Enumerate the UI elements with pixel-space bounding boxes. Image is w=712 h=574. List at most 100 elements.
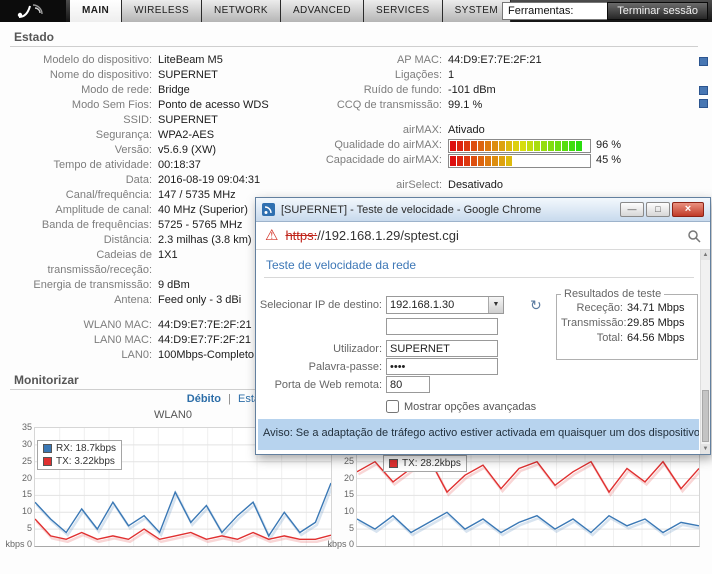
scroll-up-icon[interactable]: ▲ [701,250,710,260]
y-tick-label: 35 [21,422,32,432]
field-value-text: 1X1 [158,249,178,261]
nav-tab-main[interactable]: MAIN [70,0,123,22]
custom-ip-input[interactable] [386,318,498,335]
destination-ip-label: Selecionar IP de destino: [259,299,382,311]
user-input[interactable] [386,340,498,357]
field-value: 5725 - 5765 MHz [158,218,242,233]
field-value: 44:D9:E7:7E:2F:21 [158,318,252,333]
y-tick-label: 5 [26,523,32,534]
field-value: 44:D9:E7:7F:2F:21 [158,333,251,348]
results-legend: Resultados de teste [564,288,662,300]
bar-segment [464,155,470,166]
advanced-options-checkbox[interactable] [386,400,399,413]
bar-segment [548,140,554,151]
bar-segment [527,155,533,166]
refresh-icon[interactable]: ↻ [530,297,542,314]
bar-segment [485,155,491,166]
result-row: Transmissão: 29.85 Mbps [561,316,693,331]
y-tick-label: 10 [343,506,354,517]
field-label: airSelect: [396,179,442,191]
help-icon[interactable] [699,99,708,108]
result-label: Total: [596,332,623,344]
legend-row: RX: 18.7kbps [43,442,116,455]
y-tick-label: 5 [348,523,354,534]
y-tick-label: 20 [21,472,32,483]
status-row: Segurança: WPA2-AES [14,128,354,143]
password-field[interactable] [386,358,498,375]
scroll-down-icon[interactable]: ▼ [701,444,710,454]
speedtest-heading: Teste de velocidade da rede [266,258,417,272]
chevron-down-icon: ▼ [488,297,503,313]
top-navigation-bar: MAIN WIRELESS NETWORK ADVANCED SERVICES SYSTE… [0,0,712,22]
field-value: Bridge [158,83,190,98]
bar-segment [471,140,477,151]
nav-tab-advanced[interactable]: ADVANCED [280,0,364,22]
zoom-icon[interactable] [687,229,701,243]
main-nav-tabs: MAIN WIRELESS NETWORK ADVANCED SERVICES SYSTE… [70,0,512,22]
bar-segment [527,140,533,151]
tab-throughput[interactable]: Débito [187,393,221,405]
help-icon[interactable] [699,86,708,95]
bar-segment [450,140,456,151]
field-value: Desativado [448,178,503,193]
tools-select[interactable]: Ferramentas: ▼ [502,2,620,20]
status-row: AP MAC: 44:D9:E7:7E:2F:21 [306,53,702,68]
popup-address-bar: ⚠ https://192.168.1.29/sptest.cgi [256,222,710,250]
close-button[interactable]: × [672,202,704,217]
destination-ip-select[interactable]: 192.168.1.30 ▼ [386,296,504,314]
legend-label: TX: 3.22kbps [56,456,115,467]
nav-tab-wireless[interactable]: WIRELESS [122,0,203,22]
remote-port-input[interactable] [386,376,430,393]
result-value: 34.71 Mbps [627,302,685,314]
brand-logo [0,0,66,22]
scrollbar-thumb[interactable] [702,390,709,442]
field-value-text: Ativado [448,124,485,136]
field-value-text: Feed only - 3 dBi [158,294,242,306]
status-row: Tempo de atividade: 00:18:37 [14,158,354,173]
results-rows: Receção: 34.71 Mbps Transmissão: 29.85 Mbps… [561,301,693,346]
nav-tab-network[interactable]: NETWORK [202,0,281,22]
status-section-title: Estado [14,30,55,44]
bar-segment [471,155,477,166]
bar-segment [541,140,547,151]
logout-button[interactable]: Terminar sessão [607,2,708,20]
password-row: Palavra-passe: [256,358,498,375]
popup-scrollbar[interactable]: ▲ ▼ [700,250,710,454]
bar-segment [569,155,575,166]
status-row: Versão: v5.6.9 (XW) [14,143,354,158]
port-label: Porta de Web remota: [274,378,382,391]
field-value: 1X1 [158,248,178,263]
y-axis-unit-label: kbps 0 [327,539,354,549]
nav-tab-services[interactable]: SERVICES [364,0,443,22]
section-divider [10,46,698,47]
field-label: Ruído de fundo: [363,84,442,96]
chart-legend: RX: 18.7kbps TX: 3.22kbps [37,440,123,470]
maximize-button[interactable]: □ [646,202,670,217]
tools-select-value: Ferramentas: [508,5,574,17]
field-label: Amplitude de canal: [55,204,152,216]
monitor-section-title: Monitorizar [14,373,79,387]
chart-legend: TX: 28.2kbps [383,455,467,472]
field-label: Modo de rede: [81,84,152,96]
status-row: Qualidade do airMAX: 96 % [306,138,702,153]
popup-content: Teste de velocidade da rede Selecionar I… [256,250,710,454]
popup-title-bar[interactable]: [SUPERNET] - Teste de velocidade - Googl… [256,198,710,222]
advanced-options-row: Mostrar opções avançadas [256,400,536,413]
field-label: Capacidade do airMAX: [325,154,442,166]
url-scheme-struck: https: [285,228,318,243]
field-value-text: 44:D9:E7:7F:2F:21 [158,334,251,346]
tx-swatch [43,457,52,466]
field-value-text: 99.1 % [448,99,483,111]
field-value-text: 44:D9:E7:7E:2F:21 [448,54,542,66]
airmax-level-bar [448,153,591,168]
nav-tab-system[interactable]: SYSTEM [442,0,512,22]
field-value: WPA2-AES [158,128,214,143]
help-icon[interactable] [699,57,708,66]
field-value-text: 45 % [596,154,622,166]
bar-segment [520,140,526,151]
field-value-text: 40 MHz (Superior) [158,204,248,216]
bar-segment [576,155,582,166]
y-axis-labels: 35 30 25 20 15 10 5 kbps 0 [5,422,34,549]
minimize-button[interactable]: — [620,202,644,217]
tx-swatch [389,459,398,468]
